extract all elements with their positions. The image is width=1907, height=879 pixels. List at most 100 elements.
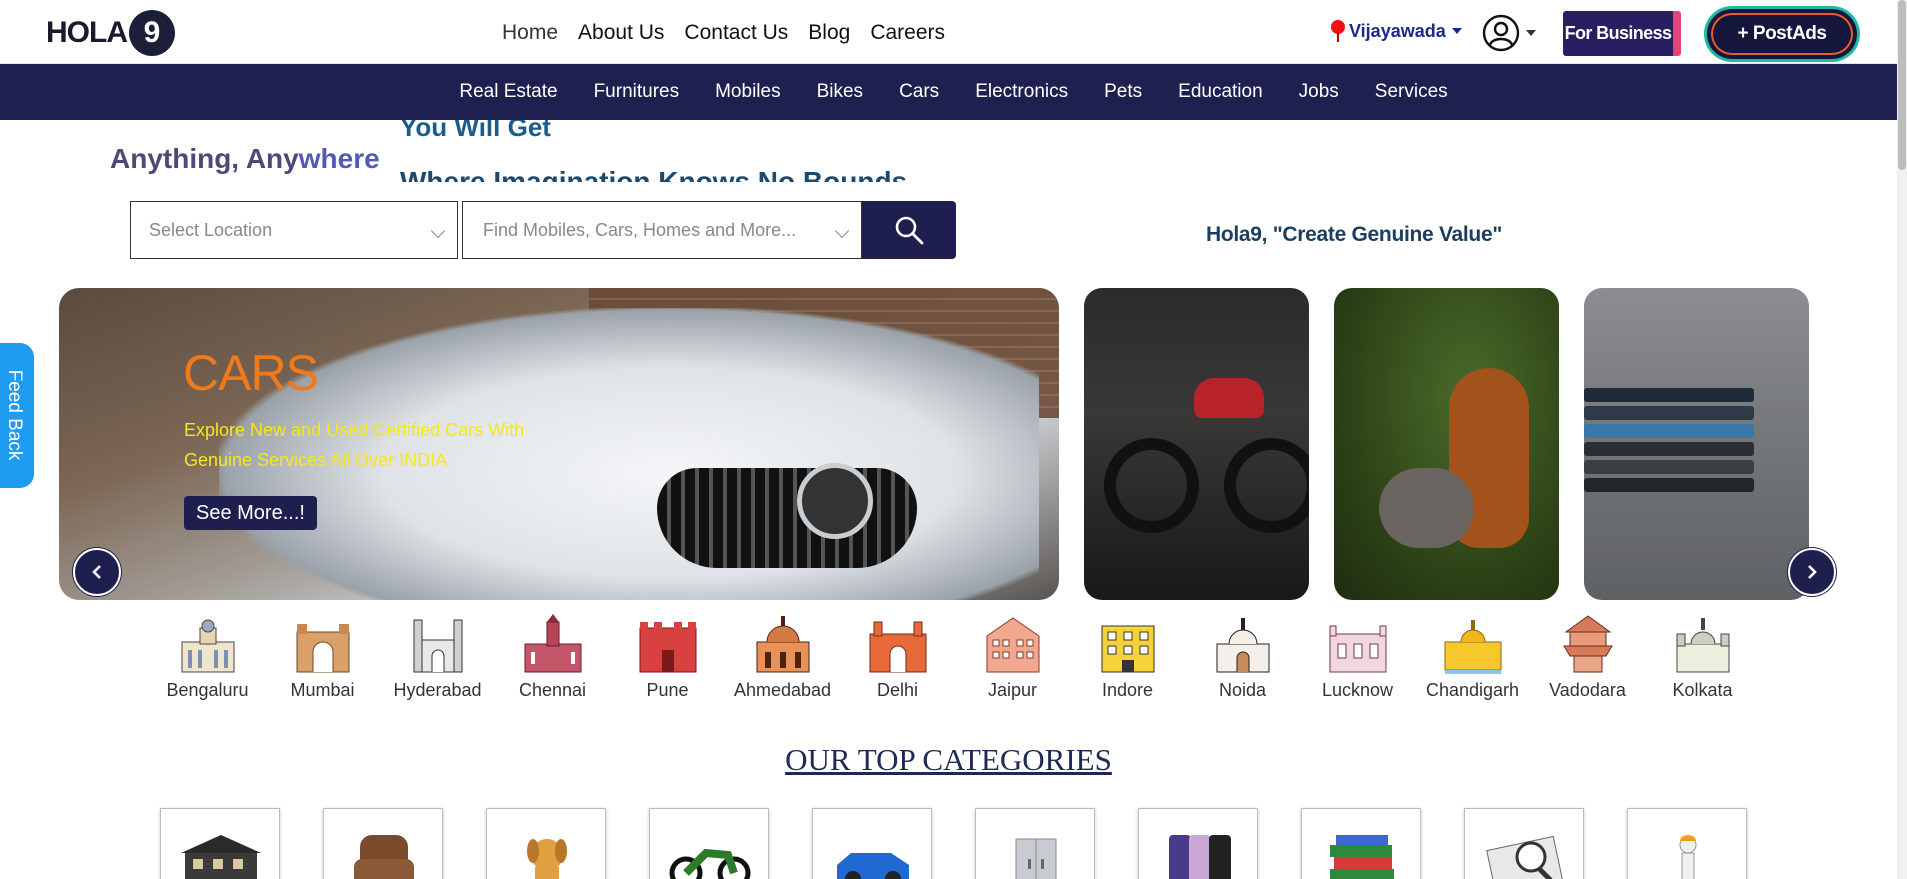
- location-selector[interactable]: Vijayawada: [1331, 20, 1462, 42]
- category-card-electronics[interactable]: [975, 808, 1095, 879]
- carousel-prev-button[interactable]: [73, 548, 121, 596]
- chevron-down-icon: [430, 223, 446, 239]
- ahmedabad-landmark-icon: [756, 616, 809, 673]
- bike-wheel-image: [1224, 438, 1309, 533]
- kolkata-landmark-icon: [1676, 618, 1729, 673]
- category-electronics[interactable]: Electronics: [975, 81, 1068, 103]
- slide-description-line2: Genuine Services All Over INDIA: [184, 450, 448, 470]
- category-card-pets[interactable]: [486, 808, 606, 879]
- city-noida[interactable]: Noida: [1185, 612, 1300, 701]
- phone-image: [1584, 388, 1754, 402]
- category-bikes[interactable]: Bikes: [817, 81, 863, 103]
- category-card-bikes[interactable]: [649, 808, 769, 879]
- city-name: Chandigarh: [1425, 680, 1520, 700]
- city-vadodara[interactable]: Vadodara: [1530, 612, 1645, 701]
- category-card-jobs[interactable]: [1464, 808, 1584, 879]
- nav-about-us[interactable]: About Us: [578, 21, 664, 45]
- category-services[interactable]: Services: [1375, 81, 1448, 103]
- slide-description-line1: Explore New and Used Certified Cars With: [184, 420, 525, 440]
- slide-thumbnail-mobiles[interactable]: [1584, 288, 1809, 600]
- city-name: Noida: [1218, 680, 1267, 700]
- category-card-real-estate[interactable]: [160, 808, 280, 879]
- jaipur-landmark-icon: [986, 617, 1039, 673]
- slide-title: CARS: [183, 345, 319, 401]
- rotating-text-2: Where Imagination Knows No Bounds: [400, 166, 908, 182]
- city-kolkata[interactable]: Kolkata: [1645, 612, 1760, 701]
- phone-image: [1584, 406, 1754, 420]
- location-pin-icon: [1331, 20, 1345, 42]
- city-mumbai[interactable]: Mumbai: [265, 612, 380, 701]
- page-scrollbar[interactable]: [1897, 0, 1907, 879]
- nav-blog[interactable]: Blog: [808, 21, 850, 45]
- nav-home[interactable]: Home: [502, 21, 558, 45]
- hero-slide-cars[interactable]: CARS Explore New and Used Certified Cars…: [59, 288, 1059, 600]
- category-card-services[interactable]: [1627, 808, 1747, 879]
- pune-landmark-icon: [639, 622, 696, 673]
- search-icon: [895, 216, 924, 245]
- city-list: Bengaluru Mumbai Hyderabad Chennai Pune …: [150, 612, 1760, 701]
- mumbai-landmark-icon: [296, 624, 349, 673]
- slide-thumbnail-bike[interactable]: [1084, 288, 1309, 600]
- feedback-label: Feed Back: [4, 369, 25, 461]
- city-name: Hyderabad: [393, 680, 482, 700]
- carousel-next-button[interactable]: [1788, 548, 1836, 596]
- city-chennai[interactable]: Chennai: [495, 612, 610, 701]
- top-header: HOLA 9 Home About Us Contact Us Blog Car…: [0, 0, 1897, 64]
- city-name: Bengaluru: [166, 680, 249, 700]
- location-select[interactable]: Select Location: [130, 201, 458, 259]
- city-name: Lucknow: [1321, 680, 1394, 700]
- logo-text: HOLA: [46, 16, 128, 49]
- location-label: Vijayawada: [1349, 20, 1446, 41]
- chevron-left-icon: [92, 565, 101, 579]
- city-name: Delhi: [876, 680, 919, 700]
- city-lucknow[interactable]: Lucknow: [1300, 612, 1415, 701]
- post-ads-button[interactable]: + PostAds: [1707, 9, 1857, 59]
- category-furnitures[interactable]: Furnitures: [594, 81, 680, 103]
- slide-description: Explore New and Used Certified Cars With…: [184, 415, 564, 475]
- category-card-mobiles[interactable]: [1138, 808, 1258, 879]
- city-pune[interactable]: Pune: [610, 612, 725, 701]
- city-name: Mumbai: [290, 680, 355, 700]
- category-card-furnitures[interactable]: [323, 808, 443, 879]
- category-jobs[interactable]: Jobs: [1299, 81, 1339, 103]
- city-delhi[interactable]: Delhi: [840, 612, 955, 701]
- for-business-button[interactable]: For Business: [1563, 11, 1681, 56]
- category-education[interactable]: Education: [1178, 81, 1263, 103]
- category-pets[interactable]: Pets: [1104, 81, 1142, 103]
- see-more-button[interactable]: See More...!: [184, 496, 317, 530]
- slide-thumbnail-pets[interactable]: [1334, 288, 1559, 600]
- nav-contact-us[interactable]: Contact Us: [684, 21, 788, 45]
- user-account-icon: [1482, 14, 1520, 52]
- user-menu[interactable]: [1482, 14, 1536, 52]
- bengaluru-landmark-icon: [181, 619, 234, 673]
- city-name: Kolkata: [1672, 680, 1733, 700]
- category-mobiles[interactable]: Mobiles: [715, 81, 780, 103]
- chevron-down-icon: [1526, 30, 1536, 36]
- category-card-education[interactable]: [1301, 808, 1421, 879]
- city-bengaluru[interactable]: Bengaluru: [150, 612, 265, 701]
- search-button[interactable]: [862, 201, 956, 259]
- scrollbar-thumb[interactable]: [1898, 0, 1906, 170]
- category-real-estate[interactable]: Real Estate: [459, 81, 557, 103]
- phone-image: [1584, 442, 1754, 456]
- motorbike-icon: [669, 848, 751, 879]
- city-jaipur[interactable]: Jaipur: [955, 612, 1070, 701]
- vadodara-landmark-icon: [1562, 615, 1613, 673]
- phone-image: [1584, 460, 1754, 474]
- city-ahmedabad[interactable]: Ahmedabad: [725, 612, 840, 701]
- hola9-logo[interactable]: HOLA 9: [46, 10, 175, 56]
- category-card-cars[interactable]: [812, 808, 932, 879]
- city-hyderabad[interactable]: Hyderabad: [380, 612, 495, 701]
- category-cars[interactable]: Cars: [899, 81, 939, 103]
- city-indore[interactable]: Indore: [1070, 612, 1185, 701]
- rotating-text-1: You Will Get: [400, 120, 551, 142]
- search-input[interactable]: Find Mobiles, Cars, Homes and More...: [462, 201, 862, 259]
- chevron-down-icon: [1451, 28, 1462, 34]
- noida-landmark-icon: [1216, 618, 1269, 673]
- location-select-placeholder: Select Location: [149, 219, 273, 240]
- rotating-text: You Will Get Where Imagination Knows No …: [400, 120, 960, 182]
- nav-careers[interactable]: Careers: [870, 21, 945, 45]
- city-chandigarh[interactable]: Chandigarh: [1415, 612, 1530, 701]
- phone-image: [1584, 478, 1754, 492]
- feedback-tab[interactable]: Feed Back: [0, 343, 34, 488]
